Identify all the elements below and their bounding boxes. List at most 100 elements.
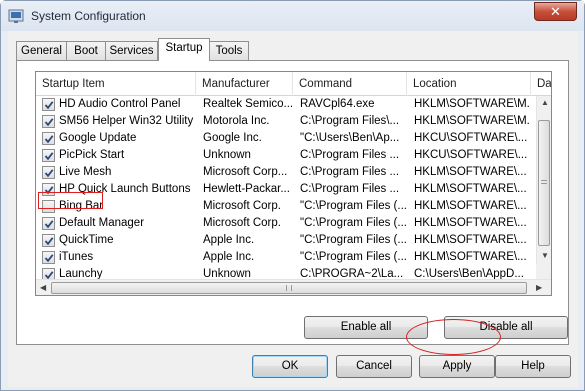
cell-location: HKLM\SOFTWARE\... [414,200,527,212]
cell-manufacturer: Google Inc. [203,132,262,144]
checkbox-checked[interactable] [42,149,55,162]
cell-command: "C:\Program Files (... [300,200,407,212]
table-row[interactable]: Default Manager Microsoft Corp. "C:\Progra… [36,215,536,232]
cell-command: C:\Program Files ... [300,166,400,178]
cell-command: "C:\Program Files (... [300,217,407,229]
cell-location: HKLM\SOFTWARE\... [414,183,527,195]
cell-command: "C:\Users\Ben\Ap... [300,132,400,144]
table-row[interactable]: PicPick Start Unknown C:\Program Files ...… [36,147,536,164]
cell-command: RAVCpl64.exe [300,98,375,110]
cell-item: HD Audio Control Panel [59,98,181,110]
checkmark-icon [44,220,54,229]
column-header-manufacturer[interactable]: Manufacturer [196,72,293,96]
horizontal-scroll-thumb[interactable] [51,282,527,294]
close-icon: ✕ [550,4,561,19]
tab-services[interactable]: Services [105,41,158,60]
title-bar[interactable]: System Configuration ✕ [1,1,584,31]
cell-manufacturer: Motorola Inc. [203,115,270,127]
cell-item: PicPick Start [59,149,125,161]
checkmark-icon [44,101,54,110]
cell-item: iTunes [59,251,94,263]
cell-command: C:\Program Files ... [300,183,400,195]
help-button[interactable]: Help [495,355,571,378]
checkbox-checked[interactable] [42,98,55,111]
apply-highlight-ellipse [406,319,501,355]
window-title: System Configuration [31,9,146,23]
cell-manufacturer: Hewlett-Packar... [203,183,290,195]
cancel-button[interactable]: Cancel [336,355,412,378]
grip-icon [541,180,547,184]
tab-label: Services [109,45,154,57]
cell-location: HKCU\SOFTWARE\... [414,132,528,144]
tab-label: Tools [215,45,243,57]
cell-location: HKLM\SOFTWARE\M... [414,98,529,110]
tab-general[interactable]: General [16,41,67,60]
table-row[interactable]: SM56 Helper Win32 Utility Motorola Inc. C:… [36,113,536,130]
tab-label: Boot [74,45,98,57]
tab-label: General [21,45,62,57]
cell-manufacturer: Apple Inc. [203,251,255,263]
startup-tab-panel: Startup Item Manufacturer Command Locati… [16,60,569,345]
vertical-scrollbar[interactable]: ▲ ▼ [536,96,551,264]
column-header-date[interactable]: Da [531,72,551,96]
table-row[interactable]: iTunes Apple Inc. "C:\Program Files (... HK… [36,249,536,266]
table-row[interactable]: Google Update Google Inc. "C:\Users\Ben\Ap… [36,130,536,147]
cell-manufacturer: Microsoft Corp. [203,217,281,229]
cell-item: Default Manager [59,217,145,229]
cell-item: Live Mesh [59,166,112,178]
tab-boot[interactable]: Boot [66,41,106,60]
checkmark-icon [44,152,54,161]
cell-command: C:\Program Files ... [300,149,400,161]
cell-location: HKLM\SOFTWARE\... [414,166,527,178]
checkbox-checked[interactable] [42,132,55,145]
checkbox-checked[interactable] [42,234,55,247]
table-row[interactable]: Live Mesh Microsoft Corp... C:\Program Fil… [36,164,536,181]
tab-tools[interactable]: Tools [209,41,249,60]
system-configuration-window: System Configuration ✕ General Boot Serv… [0,0,585,391]
cell-command: "C:\Program Files (... [300,251,407,263]
checkbox-checked[interactable] [42,251,55,264]
column-header-command[interactable]: Command [293,72,407,96]
system-configuration-app-icon [8,8,24,24]
cell-manufacturer: Realtek Semico... [203,98,293,110]
checkmark-icon [44,135,54,144]
cell-command: C:\Program Files\... [300,115,400,127]
apply-button[interactable]: Apply [419,355,495,378]
table-row[interactable]: HP Quick Launch Buttons Hewlett-Packar...… [36,181,536,198]
checkbox-checked[interactable] [42,115,55,128]
checkmark-icon [44,237,54,246]
table-row[interactable]: HD Audio Control Panel Realtek Semico... R… [36,96,536,113]
vertical-scroll-thumb[interactable] [538,120,550,246]
table-row[interactable]: QuickTime Apple Inc. "C:\Program Files (..… [36,232,536,249]
cell-location: HKCU\SOFTWARE\... [414,149,528,161]
column-header-location[interactable]: Location [407,72,531,96]
cell-location: HKLM\SOFTWARE\... [414,251,527,263]
ok-button[interactable]: OK [252,355,328,378]
cell-location: HKLM\SOFTWARE\M... [414,115,529,127]
cell-item: SM56 Helper Win32 Utility [59,115,194,127]
scroll-right-arrow-icon[interactable]: ▶ [536,283,542,293]
cell-location: HKLM\SOFTWARE\... [414,217,527,229]
cell-manufacturer: Unknown [203,149,251,161]
checkbox-checked[interactable] [42,217,55,230]
checkmark-icon [44,169,54,178]
checkbox-checked[interactable] [42,166,55,179]
cell-command: "C:\Program Files (... [300,234,407,246]
tab-startup[interactable]: Startup [158,38,210,61]
list-header: Startup Item Manufacturer Command Locati… [36,72,551,96]
scroll-up-arrow-icon[interactable]: ▲ [541,98,549,108]
checkmark-icon [44,254,54,263]
table-row[interactable]: Bing Bar Microsoft Corp. "C:\Program Files… [36,198,536,215]
horizontal-scrollbar[interactable]: ◀ ▶ [36,279,551,295]
scroll-down-arrow-icon[interactable]: ▼ [541,251,549,261]
cell-item: QuickTime [59,234,114,246]
close-button[interactable]: ✕ [534,2,577,21]
startup-items-list[interactable]: Startup Item Manufacturer Command Locati… [35,71,552,296]
scroll-left-arrow-icon[interactable]: ◀ [40,283,46,293]
cell-item: Google Update [59,132,137,144]
scrollbar-corner [536,264,551,279]
bing-bar-highlight-box [38,192,103,209]
cell-manufacturer: Microsoft Corp... [203,166,288,178]
column-header-startup-item[interactable]: Startup Item [36,72,196,96]
checkmark-icon [44,118,54,127]
